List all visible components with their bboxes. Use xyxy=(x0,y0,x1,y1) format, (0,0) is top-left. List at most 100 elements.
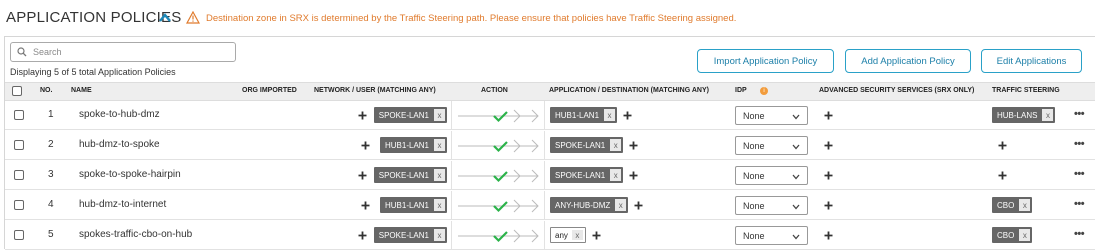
row-name[interactable]: spoke-to-hub-dmz xyxy=(79,109,160,120)
column-divider xyxy=(451,221,452,250)
more-options-icon[interactable]: ••• xyxy=(1074,108,1085,120)
allow-action[interactable] xyxy=(458,167,542,185)
remove-tag-x-icon[interactable]: x xyxy=(610,139,622,151)
add-security-service-plus-icon[interactable] xyxy=(824,141,833,150)
row-name[interactable]: hub-dmz-to-internet xyxy=(79,199,166,210)
edit-applications-button[interactable]: Edit Applications xyxy=(981,49,1082,73)
remove-tag-x-icon[interactable]: x xyxy=(434,199,445,211)
column-divider xyxy=(544,191,545,220)
add-application-plus-icon[interactable] xyxy=(634,201,643,210)
add-security-service-plus-icon[interactable] xyxy=(824,231,833,240)
table-row[interactable]: 2 hub-dmz-to-spoke HUB1-LAN1 x SPOKE-LAN… xyxy=(5,131,1095,160)
column-divider xyxy=(451,161,452,190)
chevron-down-icon xyxy=(792,204,800,210)
remove-tag-x-icon[interactable]: x xyxy=(434,229,445,241)
col-idp[interactable]: IDP xyxy=(735,87,747,94)
remove-tag-x-icon[interactable]: x xyxy=(604,109,616,121)
add-application-plus-icon[interactable] xyxy=(629,171,638,180)
idp-select[interactable]: None xyxy=(735,166,808,185)
add-network-plus-icon[interactable] xyxy=(361,141,370,150)
application-tag-label: SPOKE-LAN1 xyxy=(555,170,606,180)
row-checkbox[interactable] xyxy=(14,110,24,120)
add-application-plus-icon[interactable] xyxy=(592,231,601,240)
row-number: 5 xyxy=(48,229,54,240)
search-input[interactable] xyxy=(33,44,231,60)
search-icon xyxy=(17,47,27,57)
add-security-service-plus-icon[interactable] xyxy=(824,201,833,210)
row-name[interactable]: spoke-to-spoke-hairpin xyxy=(79,169,181,180)
remove-tag-x-icon[interactable]: x xyxy=(1042,109,1054,121)
add-network-plus-icon[interactable] xyxy=(358,111,367,120)
remove-tag-x-icon[interactable]: x xyxy=(610,169,622,181)
add-security-service-plus-icon[interactable] xyxy=(824,111,833,120)
add-security-service-plus-icon[interactable] xyxy=(824,171,833,180)
import-application-policy-button[interactable]: Import Application Policy xyxy=(697,49,834,73)
col-org-imported[interactable]: ORG IMPORTED xyxy=(242,87,297,94)
page-title: APPLICATION POLICIES xyxy=(6,9,182,26)
traffic-steering-label: CBO xyxy=(997,230,1015,240)
idp-select[interactable]: None xyxy=(735,106,808,125)
more-options-icon[interactable]: ••• xyxy=(1074,168,1085,180)
more-options-icon[interactable]: ••• xyxy=(1074,228,1085,240)
col-traffic-steering[interactable]: TRAFFIC STEERING xyxy=(992,87,1060,94)
table-row[interactable]: 4 hub-dmz-to-internet HUB1-LAN1 x ANY-HU… xyxy=(5,191,1095,220)
add-traffic-steering-plus-icon[interactable] xyxy=(998,141,1007,150)
row-number: 2 xyxy=(48,139,54,150)
add-network-plus-icon[interactable] xyxy=(358,231,367,240)
row-checkbox[interactable] xyxy=(14,200,24,210)
warning-message: Destination zone in SRX is determined by… xyxy=(206,13,737,24)
results-count: Displaying 5 of 5 total Application Poli… xyxy=(10,67,176,77)
column-divider xyxy=(544,161,545,190)
application-tag: SPOKE-LAN1 x xyxy=(550,137,624,153)
col-no[interactable]: NO. xyxy=(40,87,52,94)
add-traffic-steering-plus-icon[interactable] xyxy=(998,171,1007,180)
row-checkbox[interactable] xyxy=(14,140,24,150)
network-tag: HUB1-LAN1 x xyxy=(379,197,447,213)
select-all-checkbox[interactable] xyxy=(12,86,22,96)
more-options-icon[interactable]: ••• xyxy=(1074,198,1085,210)
allow-action[interactable] xyxy=(458,137,542,155)
application-tag: any x xyxy=(550,227,586,243)
remove-tag-x-icon[interactable]: x xyxy=(434,139,445,151)
allow-action[interactable] xyxy=(458,197,542,215)
remove-tag-x-icon[interactable]: x xyxy=(615,199,627,211)
add-network-plus-icon[interactable] xyxy=(358,171,367,180)
col-network[interactable]: NETWORK / USER (MATCHING ANY) xyxy=(314,87,436,94)
info-icon[interactable]: i xyxy=(760,87,768,95)
row-checkbox[interactable] xyxy=(14,230,24,240)
remove-tag-x-icon[interactable]: x xyxy=(571,230,583,240)
col-application[interactable]: APPLICATION / DESTINATION (MATCHING ANY) xyxy=(549,87,709,94)
col-advanced-security[interactable]: ADVANCED SECURITY SERVICES (SRX ONLY) xyxy=(819,87,974,94)
search-box[interactable] xyxy=(10,42,236,62)
network-tag: SPOKE-LAN1 x xyxy=(373,227,447,243)
row-name[interactable]: spokes-traffic-cbo-on-hub xyxy=(79,229,192,240)
idp-select[interactable]: None xyxy=(735,196,808,215)
col-action[interactable]: ACTION xyxy=(481,87,508,94)
table-row[interactable]: 3 spoke-to-spoke-hairpin SPOKE-LAN1 x SP… xyxy=(5,161,1095,190)
remove-tag-x-icon[interactable]: x xyxy=(434,109,445,121)
add-application-policy-button[interactable]: Add Application Policy xyxy=(845,49,971,73)
column-divider xyxy=(544,131,545,160)
remove-tag-x-icon[interactable]: x xyxy=(1019,199,1031,211)
idp-select[interactable]: None xyxy=(735,226,808,245)
remove-tag-x-icon[interactable]: x xyxy=(1019,229,1031,241)
row-checkbox[interactable] xyxy=(14,170,24,180)
add-network-plus-icon[interactable] xyxy=(361,201,370,210)
remove-tag-x-icon[interactable]: x xyxy=(434,169,445,181)
table-row[interactable]: 1 spoke-to-hub-dmz SPOKE-LAN1 x HUB1-LAN… xyxy=(5,101,1095,130)
idp-select[interactable]: None xyxy=(735,136,808,155)
network-tag: SPOKE-LAN1 x xyxy=(373,107,447,123)
table-row[interactable]: 5 spokes-traffic-cbo-on-hub SPOKE-LAN1 x… xyxy=(5,221,1095,250)
warning-triangle-icon xyxy=(186,11,200,24)
allow-action[interactable] xyxy=(458,107,542,125)
add-application-plus-icon[interactable] xyxy=(623,111,632,120)
row-name[interactable]: hub-dmz-to-spoke xyxy=(79,139,160,150)
add-application-plus-icon[interactable] xyxy=(629,141,638,150)
allow-action[interactable] xyxy=(458,227,542,245)
chevron-up-icon[interactable] xyxy=(157,10,173,26)
column-divider xyxy=(451,191,452,220)
col-name[interactable]: NAME xyxy=(71,87,92,94)
idp-select-value: None xyxy=(743,110,765,121)
traffic-steering-label: CBO xyxy=(997,200,1015,210)
more-options-icon[interactable]: ••• xyxy=(1074,138,1085,150)
